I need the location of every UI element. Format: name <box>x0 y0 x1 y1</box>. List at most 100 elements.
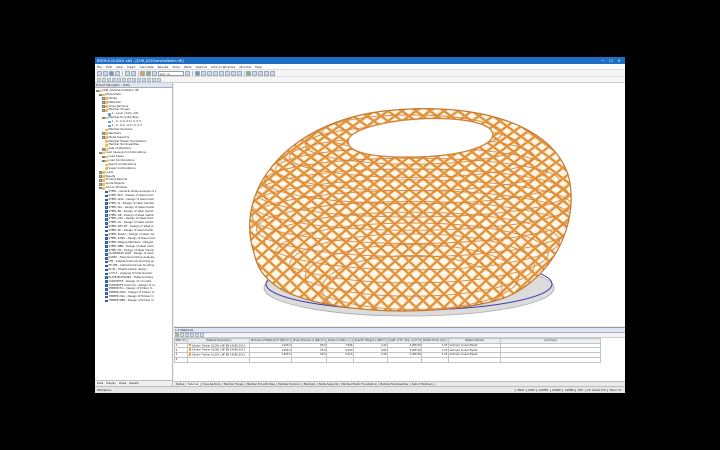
delete-icon[interactable] <box>157 77 161 82</box>
menu-insert[interactable]: Insert <box>127 65 136 69</box>
table-cell[interactable] <box>249 357 293 363</box>
arrow-right-icon[interactable] <box>185 70 190 76</box>
timber-beam[interactable] <box>587 103 625 318</box>
open-icon[interactable] <box>103 70 108 76</box>
timber-beam[interactable] <box>174 103 189 318</box>
status-cartes[interactable]: CARTES <box>536 388 550 392</box>
table-cell[interactable] <box>187 357 251 363</box>
view-z-icon[interactable] <box>212 70 218 76</box>
mirror-icon[interactable] <box>152 77 156 82</box>
print-icon[interactable] <box>115 70 120 76</box>
member-icon[interactable] <box>112 77 116 82</box>
move-icon[interactable] <box>147 77 151 82</box>
status-grid[interactable]: GRID <box>525 388 536 392</box>
display-icon[interactable] <box>264 70 269 76</box>
menu-file[interactable]: File <box>97 65 102 69</box>
support-icon[interactable] <box>127 77 131 82</box>
library-icon[interactable] <box>200 333 204 337</box>
gridshell-model[interactable] <box>174 83 625 326</box>
menu-edit[interactable]: Edit <box>106 65 112 69</box>
node-icon[interactable] <box>102 77 106 82</box>
timber-beam[interactable] <box>174 103 203 318</box>
render-icon[interactable] <box>246 70 251 76</box>
nav-tab-views[interactable]: Views <box>119 382 127 385</box>
timber-beam[interactable] <box>174 103 189 318</box>
timber-beam[interactable] <box>573 103 625 318</box>
table-cell[interactable]: Glulam Timber GL28h | NF EN 14080:2013 <box>187 347 251 354</box>
table-cell[interactable]: Glulam Timber GL24h | NF EN 14080:2013 <box>187 342 251 349</box>
model-viewport[interactable] <box>174 83 625 326</box>
column-header[interactable]: Partial Factor γM [-] <box>421 338 449 344</box>
zoom-window-icon[interactable] <box>224 70 230 76</box>
column-header[interactable]: Poisson's Ratio ν [-] <box>326 338 355 344</box>
table-cell[interactable] <box>387 357 423 363</box>
menu-results[interactable]: Results <box>158 65 169 69</box>
tree-item[interactable]: TIMBER NBR - Design of timber m <box>95 299 172 303</box>
zoom-all-icon[interactable] <box>218 70 224 76</box>
status-glines[interactable]: GLINES <box>562 388 575 392</box>
save-icon[interactable] <box>109 70 114 76</box>
timber-beam[interactable] <box>601 103 625 318</box>
view-y-icon[interactable] <box>206 70 212 76</box>
table-cell[interactable] <box>326 357 355 363</box>
hinge-icon[interactable] <box>132 77 136 82</box>
calculate-icon[interactable] <box>140 70 145 76</box>
timber-beam[interactable] <box>174 103 260 318</box>
timber-beam[interactable] <box>573 103 625 318</box>
menu-tools[interactable]: Tools <box>172 65 179 69</box>
column-header[interactable]: Shear Modulus G [kN/cm²] <box>291 338 328 344</box>
nav-tab-results[interactable]: Results <box>129 382 138 385</box>
minimize-button[interactable]: — <box>599 57 607 64</box>
timber-beam[interactable] <box>174 103 260 318</box>
insert-row-icon[interactable] <box>190 333 194 337</box>
table-cell[interactable] <box>499 357 601 363</box>
load-case-select[interactable]: LC1 - G <box>158 70 184 76</box>
measure-icon[interactable] <box>270 70 275 76</box>
menu-help[interactable]: Help <box>255 65 262 69</box>
surface-icon[interactable] <box>117 77 121 82</box>
table-cell[interactable] <box>353 357 389 363</box>
sort-icon[interactable] <box>185 333 189 337</box>
timber-beam[interactable] <box>174 103 245 318</box>
column-header[interactable]: Modulus of Elasticity E [kN/cm²] <box>249 338 293 344</box>
undo-icon[interactable] <box>124 70 130 76</box>
table-cell[interactable]: 4 <box>173 357 189 363</box>
timber-beam[interactable] <box>174 103 231 318</box>
menu-calculate[interactable]: Calculate <box>140 65 154 69</box>
status-snap[interactable]: SNAP <box>514 388 526 392</box>
menu-options[interactable]: Options <box>196 65 208 69</box>
load-icon[interactable] <box>137 77 141 82</box>
excel-icon[interactable] <box>175 333 179 337</box>
redo-icon[interactable] <box>130 70 136 76</box>
new-icon[interactable] <box>97 70 102 76</box>
timber-beam[interactable] <box>174 103 245 318</box>
timber-beam[interactable] <box>587 103 625 318</box>
results-icon[interactable] <box>146 70 151 76</box>
filter-icon[interactable] <box>180 333 184 337</box>
column-header[interactable]: Matl. No. <box>173 338 189 344</box>
table-cell[interactable] <box>447 357 501 363</box>
table-cell[interactable]: Glulam Timber GL32h | NF EN 14080:2013 <box>187 352 251 359</box>
timber-beam[interactable] <box>615 103 625 318</box>
solid-icon[interactable] <box>122 77 126 82</box>
maximize-button[interactable]: ☐ <box>607 57 615 64</box>
table-cell[interactable] <box>421 357 449 363</box>
menu-window[interactable]: Window <box>239 65 251 69</box>
nav-tab-display[interactable]: Display <box>106 382 116 385</box>
rotate-icon[interactable] <box>236 70 242 76</box>
status-osnap[interactable]: OSNAP <box>549 388 563 392</box>
menu-view[interactable]: View <box>116 65 123 69</box>
delete-row-icon[interactable] <box>195 333 199 337</box>
menu-table[interactable]: Table <box>184 65 192 69</box>
arrow-left-icon[interactable] <box>152 70 157 76</box>
copy-icon[interactable] <box>142 77 146 82</box>
status-dxf[interactable]: DXF <box>575 388 584 392</box>
nav-tab-data[interactable]: Data <box>97 382 103 385</box>
timber-beam[interactable] <box>601 103 625 318</box>
timber-beam[interactable] <box>174 103 203 318</box>
table-cell[interactable] <box>291 357 328 363</box>
select-icon[interactable] <box>97 77 101 82</box>
timber-beam[interactable] <box>174 103 231 318</box>
line-icon[interactable] <box>107 77 111 82</box>
menu-addons[interactable]: Add-on Modules <box>211 65 235 69</box>
